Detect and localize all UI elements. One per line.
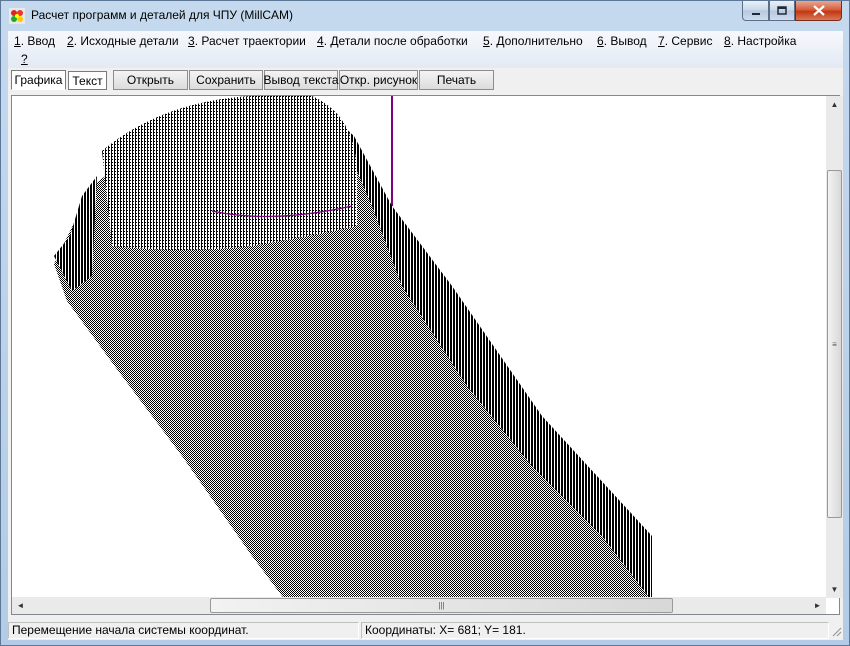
vertical-scrollbar[interactable]: ▲ ≡ ▼ <box>826 96 843 598</box>
menu-accel: 7 <box>658 34 665 48</box>
scroll-left-icon[interactable]: ◄ <box>12 597 29 614</box>
maximize-button[interactable] <box>769 1 795 21</box>
menu-accel: 1 <box>14 34 21 48</box>
minimize-button[interactable] <box>742 1 769 21</box>
menu-label: . Настройка <box>730 34 797 48</box>
status-coordinates: Координаты: X= 681; Y= 181. <box>361 622 829 639</box>
tab-text[interactable]: Текст <box>68 71 107 90</box>
tab-graphics[interactable]: Графика <box>11 70 66 90</box>
text-output-button[interactable]: Вывод текста <box>263 70 339 90</box>
client-area: 1. Ввод 2. Исходные детали 3. Расчет тра… <box>8 31 843 640</box>
resize-grip-icon[interactable] <box>830 625 842 637</box>
menu-label: . Сервис <box>664 34 713 48</box>
menu-label: . Детали после обработки <box>323 34 468 48</box>
status-message: Перемещение начала системы координат. <box>8 622 359 639</box>
cnc-part-mesh <box>54 96 652 614</box>
menu-additional[interactable]: 5. Дополнительно <box>483 34 583 48</box>
main-window: Расчет программ и деталей для ЧПУ (MillC… <box>0 0 850 646</box>
scroll-right-icon[interactable]: ► <box>809 597 826 614</box>
app-flower-icon <box>9 8 25 24</box>
menu-label: . Расчет траектории <box>194 34 306 48</box>
menu-parts-after[interactable]: 4. Детали после обработки <box>317 34 468 48</box>
menu-input[interactable]: 1. Ввод <box>14 34 55 48</box>
open-picture-button[interactable]: Откр. рисунок <box>339 70 418 90</box>
horizontal-scroll-thumb[interactable]: ||| <box>210 598 673 613</box>
menu-label: . Ввод <box>20 34 56 48</box>
menu-accel: ? <box>21 52 28 66</box>
print-button[interactable]: Печать <box>419 70 494 90</box>
menu-accel: 5 <box>483 34 490 48</box>
graphics-canvas[interactable] <box>11 95 840 615</box>
menu-label: . Дополнительно <box>489 34 583 48</box>
grip-icon: ||| <box>438 601 445 610</box>
horizontal-scrollbar[interactable]: ◄ ||| ► <box>12 597 826 614</box>
grip-icon: ≡ <box>832 339 837 349</box>
minimize-icon <box>751 12 760 15</box>
menu-source-parts[interactable]: 2. Исходные детали <box>67 34 179 48</box>
save-button[interactable]: Сохранить <box>189 70 263 90</box>
menu-accel: 4 <box>317 34 324 48</box>
window-title: Расчет программ и деталей для ЧПУ (MillC… <box>31 8 294 22</box>
menu-output[interactable]: 6. Вывод <box>597 34 647 48</box>
menu-accel: 8 <box>724 34 731 48</box>
menu-accel: 3 <box>188 34 195 48</box>
vertical-scroll-thumb[interactable]: ≡ <box>827 170 842 518</box>
menu-trajectory[interactable]: 3. Расчет траектории <box>188 34 306 48</box>
menu-settings[interactable]: 8. Настройка <box>724 34 796 48</box>
scroll-down-icon[interactable]: ▼ <box>826 581 843 598</box>
close-button[interactable] <box>795 1 842 21</box>
menu-bar: 1. Ввод 2. Исходные детали 3. Расчет тра… <box>8 31 843 68</box>
open-button[interactable]: Открыть <box>113 70 188 90</box>
mesh-top-head <box>102 96 357 250</box>
menu-accel: 2 <box>67 34 74 48</box>
menu-help[interactable]: ? <box>21 52 28 66</box>
maximize-icon <box>777 5 787 15</box>
scroll-up-icon[interactable]: ▲ <box>826 96 843 113</box>
menu-label: . Исходные детали <box>73 34 179 48</box>
menu-label: . Вывод <box>603 34 647 48</box>
menu-accel: 6 <box>597 34 604 48</box>
toolbar: Графика Текст Открыть Сохранить Вывод те… <box>8 68 843 92</box>
status-bar: Перемещение начала системы координат. Ко… <box>8 621 843 640</box>
close-icon <box>812 5 825 16</box>
title-bar[interactable]: Расчет программ и деталей для ЧПУ (MillC… <box>1 1 849 31</box>
menu-service[interactable]: 7. Сервис <box>658 34 712 48</box>
